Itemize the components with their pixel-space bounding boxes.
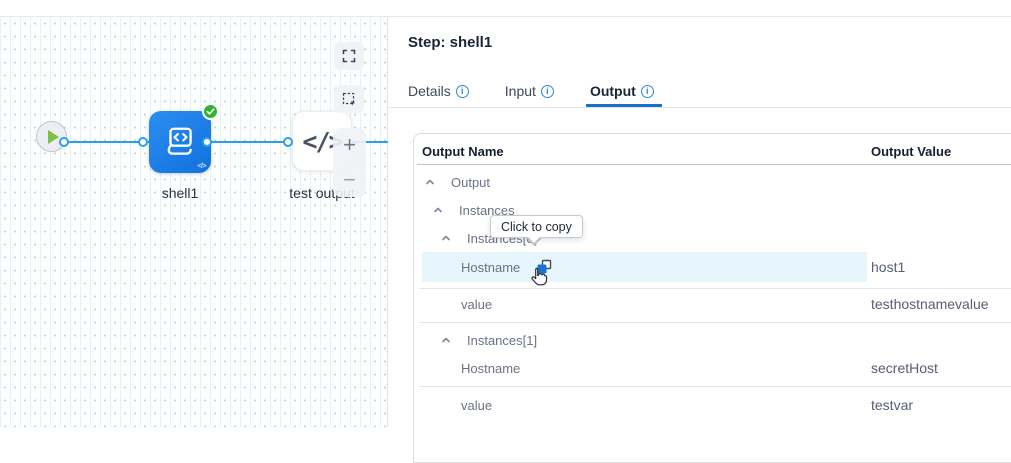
- table-row-value-0[interactable]: value testhostnamevalue: [414, 290, 1011, 318]
- fullscreen-icon: [342, 49, 356, 63]
- tree-row-instances-1[interactable]: Instances[1]: [414, 326, 1011, 354]
- success-check-icon: [202, 103, 219, 120]
- zoom-out-button[interactable]: −: [333, 167, 366, 193]
- info-icon[interactable]: i: [541, 85, 554, 98]
- shell-script-icon: [162, 124, 198, 160]
- header-divider: [417, 164, 1011, 165]
- port-shell1-in[interactable]: [138, 137, 148, 147]
- page-title: Step: shell1: [408, 34, 492, 51]
- row-divider: [419, 288, 1011, 289]
- chevron-up-icon[interactable]: [441, 335, 451, 345]
- code-mini-icon: </>: [197, 163, 206, 170]
- info-icon[interactable]: i: [641, 85, 654, 98]
- step-detail-panel: Step: shell1 Details i Input i Output i …: [389, 17, 1011, 427]
- chevron-up-icon[interactable]: [433, 205, 443, 215]
- tree-row-output[interactable]: Output: [414, 168, 1011, 196]
- chevron-up-icon[interactable]: [441, 233, 451, 243]
- port-test-output-in[interactable]: [283, 137, 293, 147]
- workflow-canvas[interactable]: </> shell1 </> test output + −: [0, 17, 388, 427]
- fullscreen-button[interactable]: [334, 42, 364, 70]
- marquee-select-button[interactable]: [334, 85, 364, 113]
- tab-bar: Details i Input i Output i: [404, 78, 662, 107]
- output-table: Output Name Output Value Output Instance…: [413, 133, 1011, 463]
- tab-bar-divider: [389, 107, 1011, 108]
- zoom-controls: + −: [333, 128, 366, 197]
- tab-details[interactable]: Details i: [404, 83, 477, 107]
- info-icon[interactable]: i: [456, 85, 469, 98]
- output-value: secretHost: [871, 360, 938, 376]
- top-strip: [0, 0, 1011, 17]
- cursor-icon: [528, 266, 550, 293]
- output-value: testvar: [871, 397, 913, 413]
- column-header-output-value: Output Value: [871, 144, 951, 159]
- tab-output[interactable]: Output i: [586, 83, 662, 107]
- port-shell1-out[interactable]: [202, 137, 212, 147]
- marquee-icon: [342, 92, 356, 106]
- table-row-value-1[interactable]: value testvar: [414, 391, 1011, 419]
- tooltip-arrow: [526, 235, 542, 243]
- tab-input[interactable]: Input i: [501, 83, 562, 107]
- column-header-output-name: Output Name: [422, 144, 504, 159]
- node-label-shell1: shell1: [149, 185, 211, 201]
- chevron-up-icon[interactable]: [425, 177, 435, 187]
- zoom-in-button[interactable]: +: [333, 132, 366, 158]
- output-value: host1: [871, 259, 905, 275]
- row-divider: [419, 322, 1011, 323]
- row-divider: [419, 386, 1011, 387]
- table-row-hostname-1[interactable]: Hostname secretHost: [414, 354, 1011, 382]
- tooltip-text: Click to copy: [501, 220, 572, 234]
- play-icon: [48, 130, 59, 144]
- table-row-hostname-0[interactable]: Hostname host1: [414, 253, 1011, 281]
- port-trigger-out[interactable]: [59, 137, 69, 147]
- output-value: testhostnamevalue: [871, 296, 989, 312]
